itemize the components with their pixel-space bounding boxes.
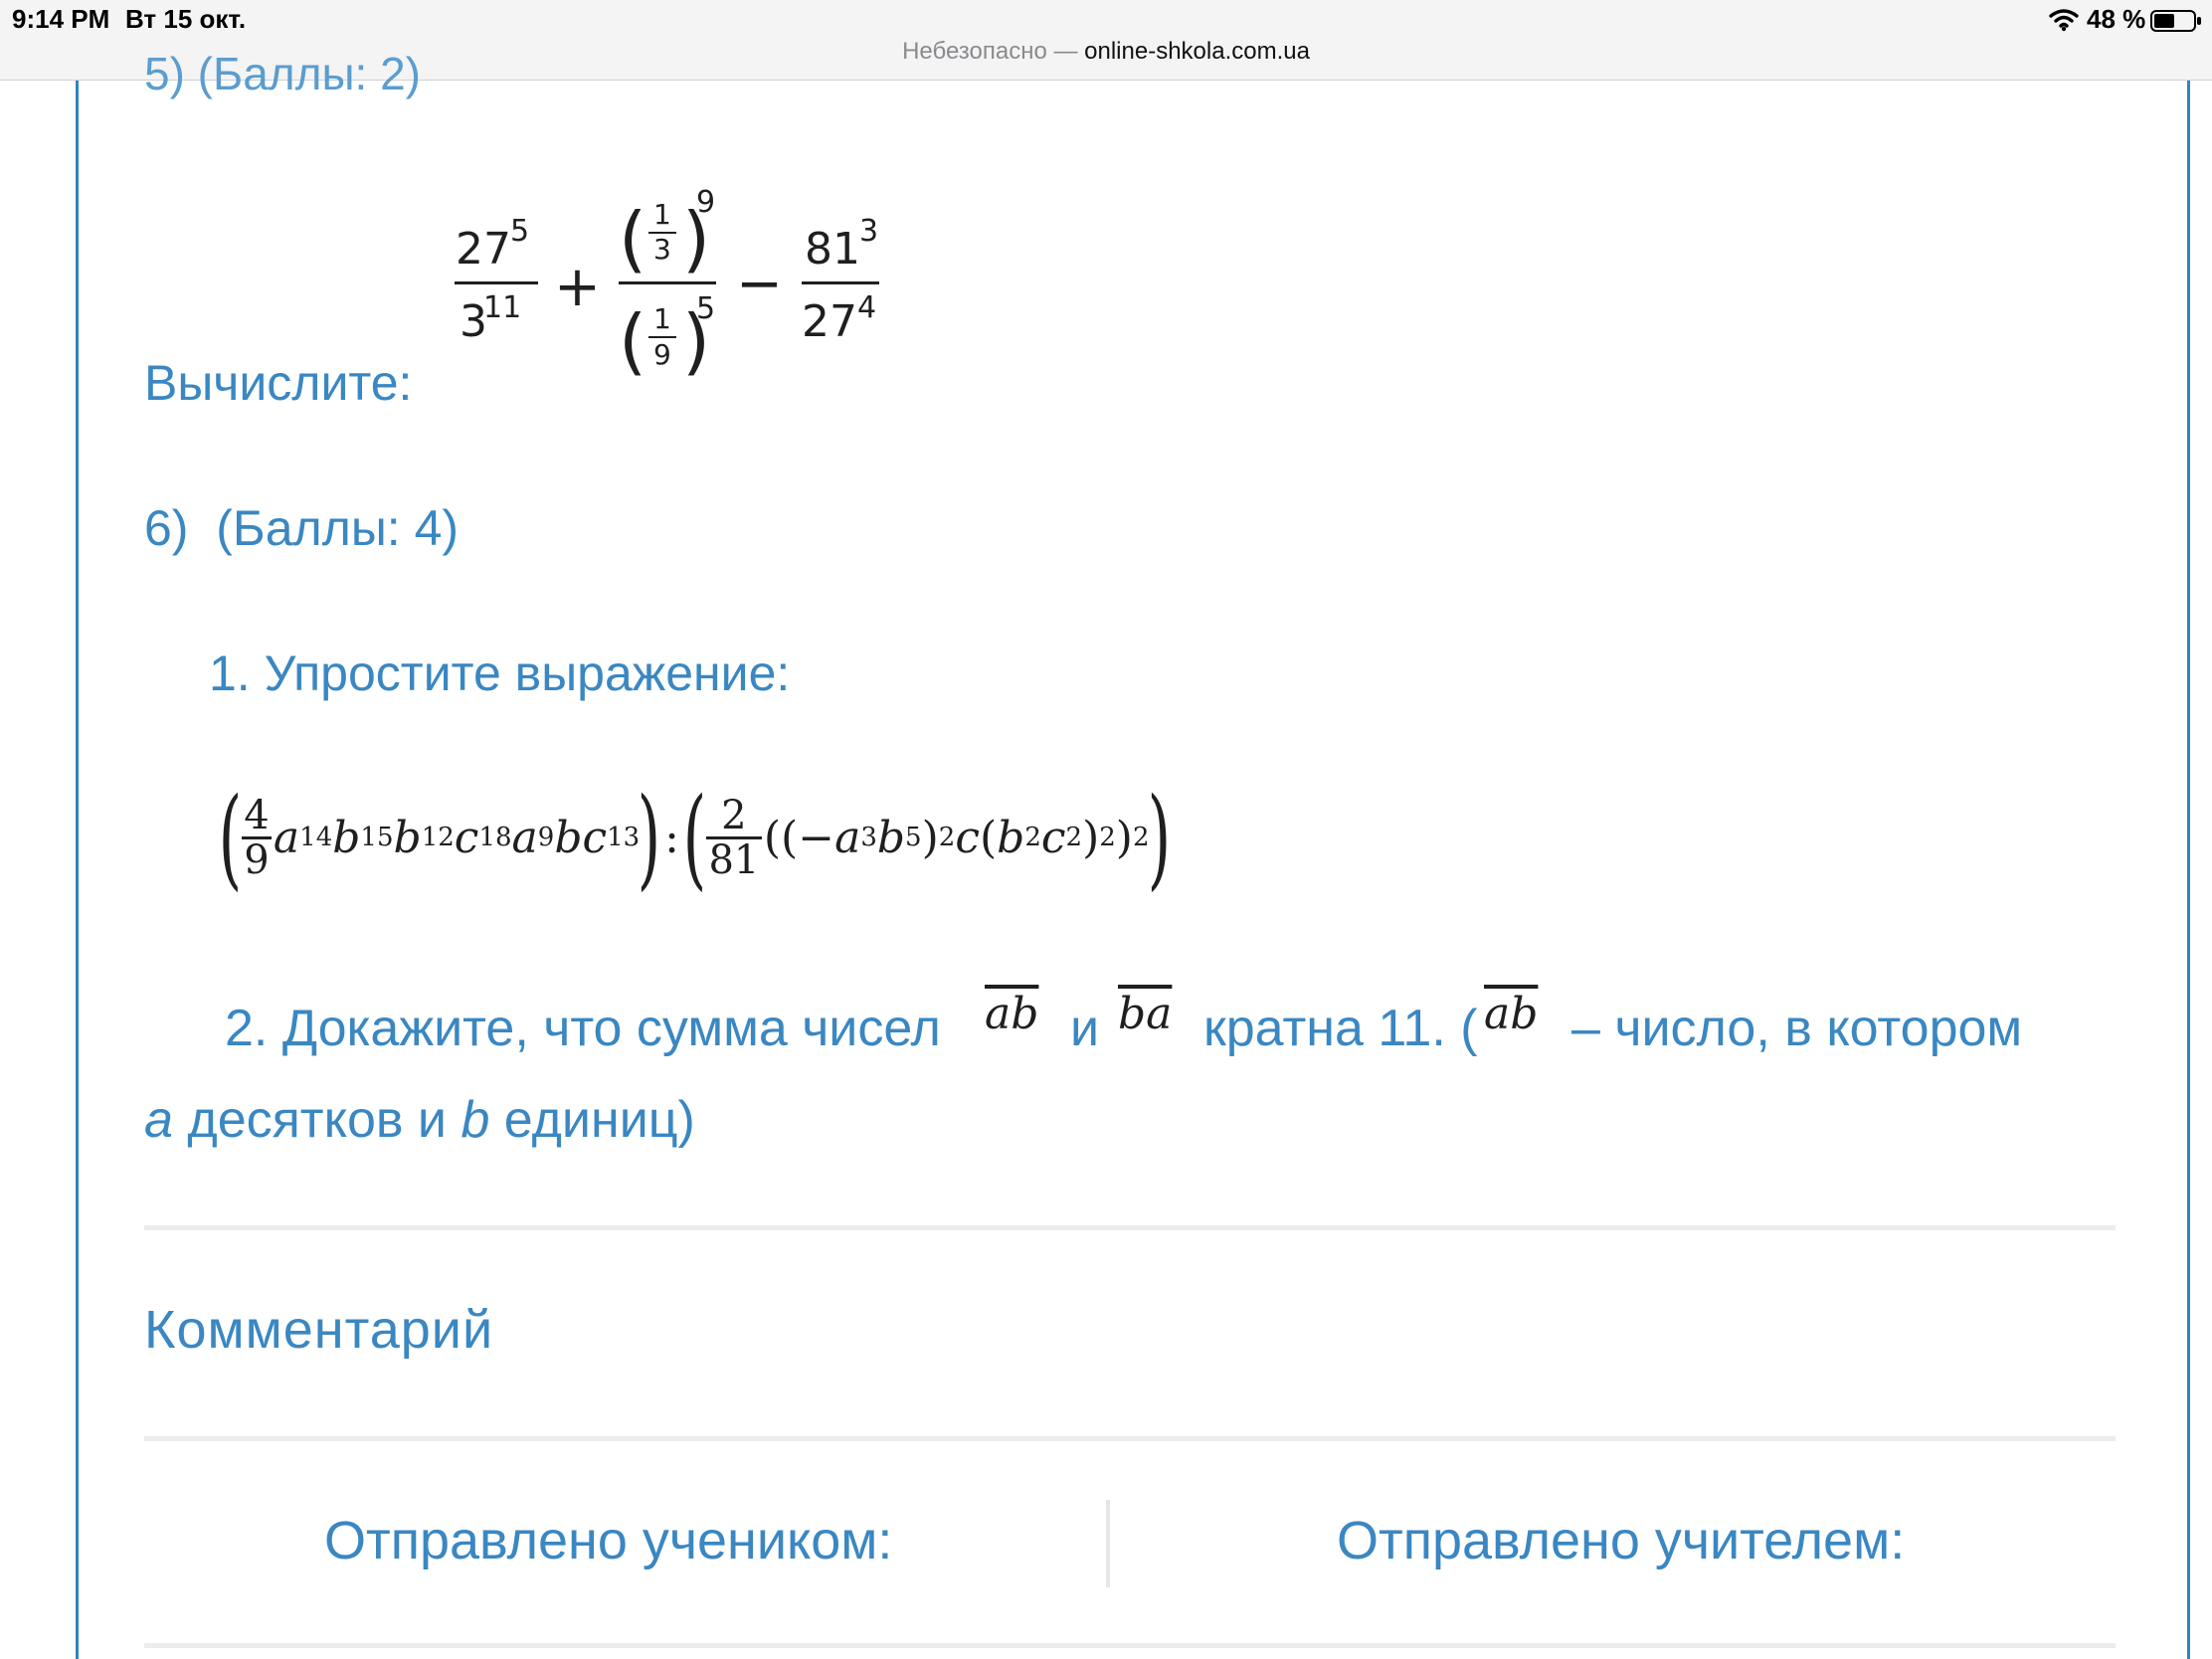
f3-den: 27 (802, 296, 857, 347)
divider-bottom (144, 1643, 2116, 1648)
f1-num-exp: 5 (510, 214, 529, 249)
f2-num-exp: 9 (696, 185, 715, 220)
url-domain: online-shkola.com.ua (1084, 38, 1310, 65)
task5-expression: 27 5 3 11 + ( 1 3 ) 9 ( 1 9 ) 5 − 81 3 2… (455, 185, 879, 383)
t6-frac1-den: 9 (244, 836, 270, 883)
status-date: Вт 15 окт. (125, 4, 247, 34)
task5-prompt: Вычислите: (144, 355, 413, 411)
f3-num: 81 (805, 224, 860, 275)
task6-expression: ( 4 9 a 14 b 15 b 12 c 18 a9 bc 13 ) : ( 2 81… (218, 774, 1171, 901)
url-security-label: Небезопасно — (902, 38, 1078, 65)
task6-item1: 1. Упростите выражение: (209, 645, 791, 701)
sent-by-teacher-label: Отправлено учителем: (1337, 1511, 1906, 1570)
overline-ab-1: ab (985, 989, 1039, 1039)
comment-title: Комментарий (144, 1300, 494, 1360)
f3-den-exp: 4 (857, 290, 876, 325)
task6-item2-text3: – число, в котором (1571, 1000, 2023, 1057)
sent-by-student-label: Отправлено учеником: (324, 1511, 893, 1570)
t6-frac2-num: 2 (721, 792, 747, 838)
divider-top (144, 1225, 2116, 1230)
f1-den-exp: 11 (483, 290, 521, 325)
f2-den-exp: 5 (696, 291, 715, 326)
t6-colon: : (664, 812, 679, 863)
battery-icon (2150, 10, 2201, 32)
overline-ba: ba (1118, 989, 1173, 1039)
overline-ab-2: ab (1484, 989, 1539, 1039)
svg-text:(: ( (619, 197, 646, 280)
battery-percentage: 48 % (2087, 4, 2146, 34)
task6-header: 6) (Баллы: 4) (144, 500, 460, 556)
plus-sign: + (554, 255, 601, 319)
f1-num: 27 (456, 224, 511, 275)
minus-sign: − (736, 252, 783, 316)
f3-num-exp: 3 (859, 214, 878, 249)
task5-header: 5) (Баллы: 2) (144, 48, 421, 99)
status-time: 9:14 PM (12, 4, 110, 34)
t6-frac2-den: 81 (708, 836, 760, 883)
f2-den-inner-den: 9 (653, 338, 671, 371)
f2-num-inner-num: 1 (653, 198, 671, 231)
svg-text:(: ( (619, 299, 646, 383)
task6-item2-text2: кратна 11. ( (1203, 1000, 1478, 1057)
wifi-icon (2049, 9, 2079, 32)
f2-num-inner-den: 3 (653, 233, 671, 266)
t6-frac1-num: 4 (244, 792, 270, 838)
divider-middle (144, 1436, 2116, 1441)
footer-column-divider (1106, 1500, 1110, 1587)
f2-den-inner-num: 1 (653, 302, 671, 335)
task6-item2-line2: a десятков и b единиц) (144, 1091, 695, 1149)
task6-item2-text1: 2. Докажите, что сумма чисел (225, 1000, 941, 1057)
task6-item2-and: и (1070, 1000, 1100, 1057)
